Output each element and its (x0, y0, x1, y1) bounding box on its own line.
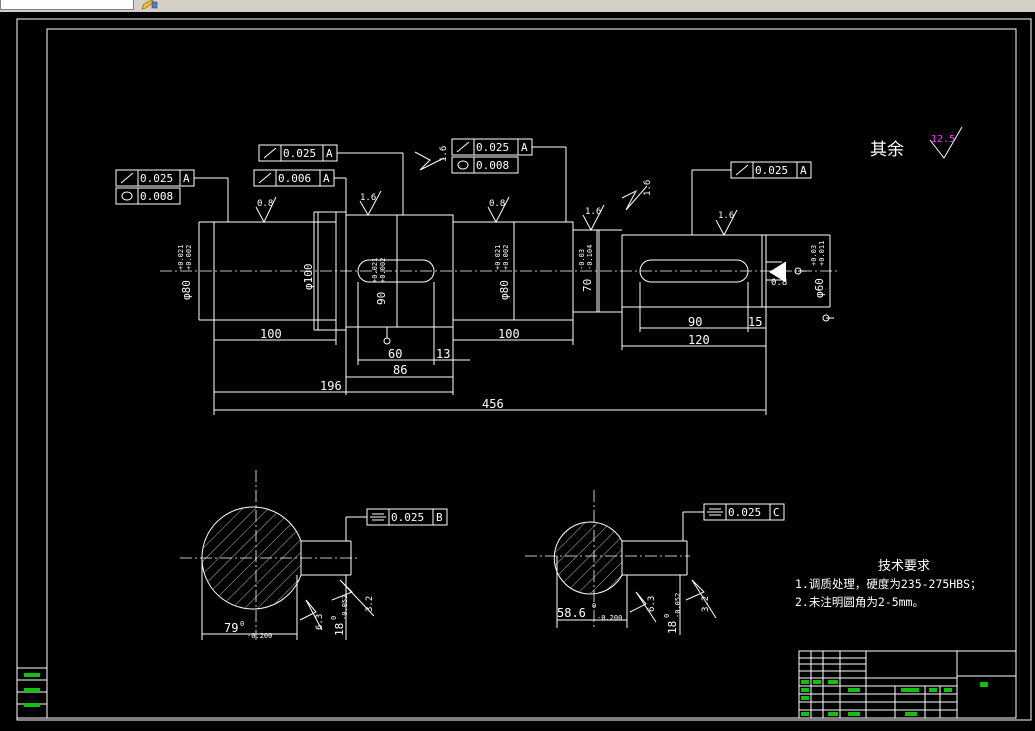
gdt-5-value: 0.025 (476, 141, 509, 154)
dim-d6: φ60 (813, 278, 826, 298)
gdt-6-value: 0.008 (476, 159, 509, 172)
roughness-1: 0.8 (257, 199, 273, 209)
dim-d6-upper: +0.03 (810, 245, 818, 266)
section-2-key-upper: 0 (663, 614, 671, 618)
dim-d4: φ80 (498, 280, 511, 300)
gdt-frames: 0.025 A 0.008 0.025 A 0.006 A 0.025 A 0.… (115, 138, 812, 235)
dim-d6-lower: +0.011 (818, 241, 826, 266)
dim-d3: 90 (375, 292, 388, 305)
gdt-1-datum: A (183, 172, 190, 185)
roughness-5: 1.6 (585, 207, 601, 217)
section-view-2: 58.6 0 -0.200 18 0 -0.052 3.2 6.3 0.025 … (525, 490, 785, 635)
dim-d5-upper: -0.03 (578, 249, 586, 270)
section-1-width-lower: -0.200 (247, 632, 272, 640)
technical-notes: 技术要求 1.调质处理，硬度为235-275HBS； 2.未注明圆角为2-5mm… (795, 559, 982, 609)
section-2-width-upper: 0 (592, 602, 596, 610)
gdt-1-value: 0.025 (140, 172, 173, 185)
roughness-6: 1.6 (643, 180, 653, 196)
general-roughness-label: 其余 (870, 140, 904, 160)
dim-l120: 120 (688, 333, 710, 347)
dim-d1-lower: +0.002 (185, 245, 193, 270)
dim-l86: 86 (393, 363, 407, 377)
roughness-4: 0.8 (489, 199, 505, 209)
dim-d1: φ80 (180, 280, 193, 300)
dim-d2: φ100 (302, 264, 315, 291)
dim-l15: 15 (748, 315, 762, 329)
gdt-3-datum: A (326, 147, 333, 160)
section-1-width-upper: 0 (240, 620, 244, 628)
gdt-9-datum: C (773, 506, 780, 519)
shaft-main-view (160, 211, 840, 331)
gdt-8-datum: B (436, 511, 443, 524)
shaft-drawing: φ80 +0.021 +0.002 φ100 90 +0.021 +0.002 … (16, 18, 1032, 721)
section-2-width: 58.6 (557, 606, 586, 620)
dim-d5-lower: -0.104 (586, 245, 594, 270)
gdt-8-value: 0.025 (391, 511, 424, 524)
inner-border (46, 28, 1017, 719)
dim-d5: 70 (581, 279, 594, 292)
gdt-3-value: 0.025 (283, 147, 316, 160)
notes-line-1: 1.调质处理，硬度为235-275HBS； (795, 577, 982, 591)
section-2-width-lower: -0.200 (597, 614, 622, 622)
gdt-7-datum: A (800, 164, 807, 177)
command-field[interactable] (0, 0, 134, 10)
dim-d3-lower: +0.002 (379, 258, 387, 283)
dim-l60: 60 (388, 347, 402, 361)
title-block (798, 650, 1017, 719)
dim-l90: 90 (688, 315, 702, 329)
gdt-4-value: 0.006 (278, 172, 311, 185)
gdt-4-datum: A (323, 172, 330, 185)
section-2-key-lower: -0.052 (674, 593, 682, 618)
gdt-2-value: 0.008 (140, 190, 173, 203)
dim-d1-upper: +0.021 (177, 245, 185, 270)
section-1-key: 18 (333, 623, 346, 636)
gdt-9-value: 0.025 (728, 506, 761, 519)
section-view-1: 79 0 -0.200 18 0 -0.052 3.2 6.3 0.025 B (180, 470, 448, 640)
section-1-key-lower: -0.052 (341, 595, 349, 620)
dim-l13: 13 (436, 347, 450, 361)
dim-d3-upper: +0.021 (371, 258, 379, 283)
section-2-key: 18 (666, 621, 679, 634)
dim-d4-lower: +0.002 (502, 245, 510, 270)
section-1-width: 79 (224, 621, 238, 635)
notes-line-2: 2.未注明圆角为2-5mm。 (795, 595, 924, 609)
general-roughness-value: 12.5 (931, 134, 955, 145)
roughness-2: 1.6 (360, 193, 376, 203)
gdt-7-value: 0.025 (755, 164, 788, 177)
roughness-8: 0.8 (771, 278, 787, 288)
dim-l196: 196 (320, 379, 342, 393)
pencil-icon[interactable] (140, 0, 158, 10)
length-dimensions: 100 60 13 100 86 196 456 90 15 120 (213, 282, 767, 415)
roughness-7: 1.6 (718, 211, 734, 221)
roughness-3: 1.6 (439, 146, 449, 162)
roughness-12: 6.3 (647, 596, 657, 612)
dim-d4-upper: +0.021 (494, 245, 502, 270)
gdt-5-datum: A (521, 141, 528, 154)
roughness-11: 3.2 (701, 596, 711, 612)
dim-l456: 456 (482, 397, 504, 411)
outer-border (16, 18, 1032, 721)
dim-l100b: 100 (498, 327, 520, 341)
dim-l100a: 100 (260, 327, 282, 341)
general-roughness: 其余 12.5 (870, 126, 963, 160)
notes-title: 技术要求 (878, 559, 930, 574)
binding-strip (16, 667, 48, 719)
roughness-9: 3.2 (365, 596, 375, 612)
drawing-canvas[interactable]: φ80 +0.021 +0.002 φ100 90 +0.021 +0.002 … (0, 12, 1035, 731)
section-1-key-upper: 0 (330, 616, 338, 620)
roughness-10: 6.3 (315, 614, 325, 630)
